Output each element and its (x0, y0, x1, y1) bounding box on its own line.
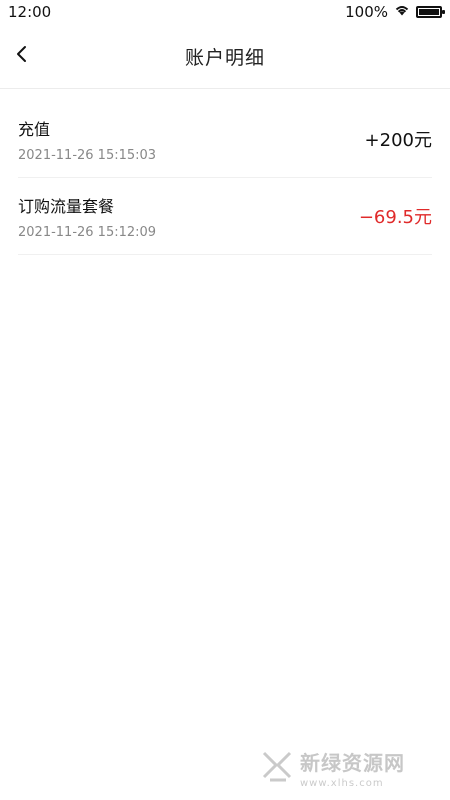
status-time: 12:00 (8, 3, 52, 21)
transaction-item[interactable]: 订购流量套餐 2021-11-26 15:12:09 −69.5元 (18, 178, 432, 255)
watermark-icon (260, 749, 294, 787)
watermark-text-wrap: 新绿资源网 www.xlhs.com (300, 747, 405, 789)
transaction-item[interactable]: 充值 2021-11-26 15:15:03 +200元 (18, 101, 432, 178)
watermark-logo: 新绿资源网 www.xlhs.com (260, 747, 430, 789)
status-bar: 12:00 100% (0, 0, 450, 24)
transaction-info: 充值 2021-11-26 15:15:03 (18, 116, 156, 163)
transaction-time: 2021-11-26 15:15:03 (18, 147, 157, 163)
transaction-info: 订购流量套餐 2021-11-26 15:12:09 (18, 193, 156, 240)
battery-fill (419, 9, 439, 15)
chevron-left-icon (13, 45, 31, 67)
header: 账户明细 (0, 24, 450, 89)
page-title: 账户明细 (184, 46, 265, 69)
wifi-icon (394, 3, 410, 21)
battery-percent: 100% (345, 3, 388, 21)
transaction-amount: +200元 (364, 130, 432, 151)
back-button[interactable] (10, 44, 34, 68)
battery-icon (416, 6, 445, 18)
transaction-list: 充值 2021-11-26 15:15:03 +200元 订购流量套餐 2021… (0, 101, 450, 255)
transaction-time: 2021-11-26 15:12:09 (18, 224, 157, 240)
status-right: 100% (345, 3, 445, 21)
watermark-text: 新绿资源网 (300, 751, 405, 775)
transaction-title: 订购流量套餐 (18, 196, 115, 216)
transaction-title: 充值 (18, 119, 51, 139)
transaction-amount: −69.5元 (358, 207, 432, 228)
watermark-subtext: www.xlhs.com (300, 778, 384, 789)
